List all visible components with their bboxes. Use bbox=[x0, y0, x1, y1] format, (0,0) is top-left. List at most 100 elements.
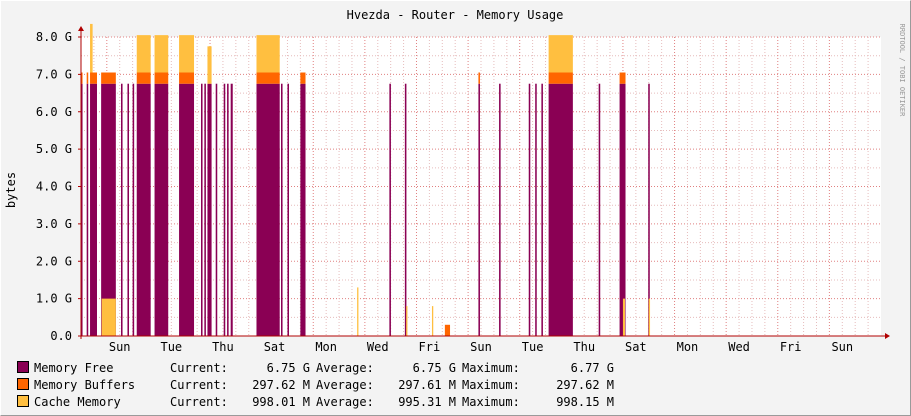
cache-memory-mark bbox=[136, 35, 151, 73]
x-tick-label: Wed bbox=[728, 340, 750, 354]
memory-free-mark bbox=[230, 83, 233, 336]
memory-buffers-mark bbox=[256, 72, 280, 84]
cache-memory-mark bbox=[256, 35, 280, 73]
x-tick-label: Mon bbox=[677, 340, 699, 354]
cache-memory-mark bbox=[406, 306, 408, 336]
legend-current-value: 297.62 M bbox=[252, 378, 310, 392]
memory-free-mark bbox=[223, 83, 226, 336]
memory-free-mark bbox=[404, 83, 407, 336]
memory-free-mark bbox=[541, 83, 543, 336]
memory-buffers-mark bbox=[300, 72, 306, 84]
memory-free-mark bbox=[204, 83, 206, 336]
legend-average-value: 297.61 M bbox=[398, 378, 456, 392]
x-tick-label: Tue bbox=[160, 340, 182, 354]
cache-memory-mark bbox=[90, 23, 93, 73]
legend-current-label: Current: bbox=[170, 361, 228, 375]
cache-memory-mark bbox=[357, 287, 359, 336]
legend: Memory Free Current: 6.75 G Average: 6.75 G M… bbox=[17, 360, 614, 411]
memory-free-mark bbox=[132, 83, 135, 336]
cache-memory-mark bbox=[648, 298, 651, 336]
memory-buffers-mark bbox=[444, 324, 451, 336]
legend-maximum-value: 6.77 G bbox=[570, 361, 614, 375]
x-tick-label: Fri bbox=[419, 340, 441, 354]
legend-swatch bbox=[17, 378, 29, 390]
rrdtool-watermark: RRDTOOL / TOBI OETIKER bbox=[898, 24, 906, 118]
memory-free-mark bbox=[121, 83, 123, 336]
y-tick-label: 1.0 G bbox=[36, 292, 72, 306]
x-tick-labels: Sun Tue Thu Sat Mon Wed Fri Sun Tue Thu Sat Mon Wed F… bbox=[109, 340, 853, 354]
cache-memory-mark bbox=[179, 35, 195, 73]
legend-average-label: Average: bbox=[316, 378, 374, 392]
memory-free-mark bbox=[207, 83, 212, 336]
x-tick-label: Mon bbox=[315, 340, 337, 354]
memory-free-mark bbox=[101, 83, 116, 336]
x-tick-label: Sat bbox=[264, 340, 286, 354]
cache-memory-mark bbox=[431, 306, 434, 336]
y-tick-label: 3.0 G bbox=[36, 217, 72, 231]
x-tick-label: Fri bbox=[780, 340, 802, 354]
memory-buffers-mark bbox=[478, 72, 480, 84]
memory-free-mark bbox=[90, 83, 97, 336]
legend-maximum-value: 998.15 M bbox=[556, 395, 614, 409]
memory-buffers-mark bbox=[136, 72, 151, 84]
cache-memory-mark bbox=[154, 35, 169, 73]
legend-current-value: 6.75 G bbox=[266, 361, 310, 375]
legend-average-value: 995.31 M bbox=[398, 395, 456, 409]
memory-free-mark bbox=[528, 83, 531, 336]
x-tick-label: Sun bbox=[470, 340, 492, 354]
memory-buffers-mark bbox=[179, 72, 195, 84]
legend-maximum-label: Maximum: bbox=[462, 378, 520, 392]
legend-maximum-value: 297.62 M bbox=[556, 378, 614, 392]
y-tick-labels: 0.0 1.0 G 2.0 G 3.0 G 4.0 G 5.0 G 6.0 G 7.0 G 8.… bbox=[36, 30, 81, 343]
legend-swatch bbox=[17, 361, 29, 373]
memory-usage-chart: Hvezda - Router - Memory Usage bytes RRD… bbox=[4, 8, 906, 354]
legend-row: Cache Memory Current: 998.01 M Average: 995.… bbox=[17, 394, 614, 411]
memory-free-mark bbox=[215, 83, 218, 336]
legend-swatch bbox=[17, 395, 29, 407]
memory-free-mark bbox=[499, 83, 501, 336]
memory-free-mark bbox=[227, 83, 229, 336]
cache-memory-mark bbox=[548, 35, 573, 73]
x-tick-label: Sun bbox=[109, 340, 131, 354]
memory-free-mark bbox=[256, 83, 280, 336]
y-tick-label: 8.0 G bbox=[36, 30, 72, 44]
x-tick-label: Tue bbox=[522, 340, 544, 354]
legend-series-name: Memory Buffers bbox=[34, 378, 136, 392]
memory-free-mark bbox=[281, 83, 283, 336]
memory-free-mark bbox=[300, 83, 306, 336]
memory-free-mark bbox=[287, 83, 289, 336]
y-tick-label: 4.0 G bbox=[36, 180, 72, 194]
memory-free-mark bbox=[127, 83, 129, 336]
memory-buffers-mark bbox=[86, 72, 89, 84]
legend-average-label: Average: bbox=[316, 361, 374, 375]
cache-memory-mark bbox=[622, 298, 625, 336]
y-tick-label: 5.0 G bbox=[36, 142, 72, 156]
legend-current-value: 998.01 M bbox=[252, 395, 310, 409]
memory-free-mark bbox=[389, 83, 391, 336]
memory-free-mark bbox=[86, 83, 89, 336]
memory-free-mark bbox=[548, 83, 573, 336]
x-tick-label: Thu bbox=[573, 340, 595, 354]
memory-free-mark bbox=[535, 83, 537, 336]
x-tick-label: Sun bbox=[831, 340, 853, 354]
x-tick-label: Thu bbox=[212, 340, 234, 354]
legend-maximum-label: Maximum: bbox=[462, 395, 520, 409]
cache-memory-mark bbox=[101, 298, 116, 336]
x-axis-arrow bbox=[885, 333, 890, 339]
memory-buffers-mark bbox=[548, 72, 573, 84]
memory-free-mark bbox=[619, 83, 626, 336]
legend-average-label: Average: bbox=[316, 395, 374, 409]
legend-series-name: Memory Free bbox=[34, 361, 114, 375]
y-tick-label: 6.0 G bbox=[36, 105, 72, 119]
memory-free-mark bbox=[648, 83, 650, 336]
legend-row: Memory Buffers Current: 297.62 M Average: 29… bbox=[17, 377, 614, 394]
memory-free-mark bbox=[136, 83, 151, 336]
y-tick-label: 7.0 G bbox=[36, 67, 72, 81]
memory-free-mark bbox=[478, 83, 480, 336]
legend-maximum-label: Maximum: bbox=[462, 361, 520, 375]
y-tick-label: 2.0 G bbox=[36, 254, 72, 268]
memory-free-mark bbox=[179, 83, 195, 336]
legend-row: Memory Free Current: 6.75 G Average: 6.75 G M… bbox=[17, 360, 614, 377]
legend-current-label: Current: bbox=[170, 378, 228, 392]
legend-average-value: 6.75 G bbox=[412, 361, 456, 375]
